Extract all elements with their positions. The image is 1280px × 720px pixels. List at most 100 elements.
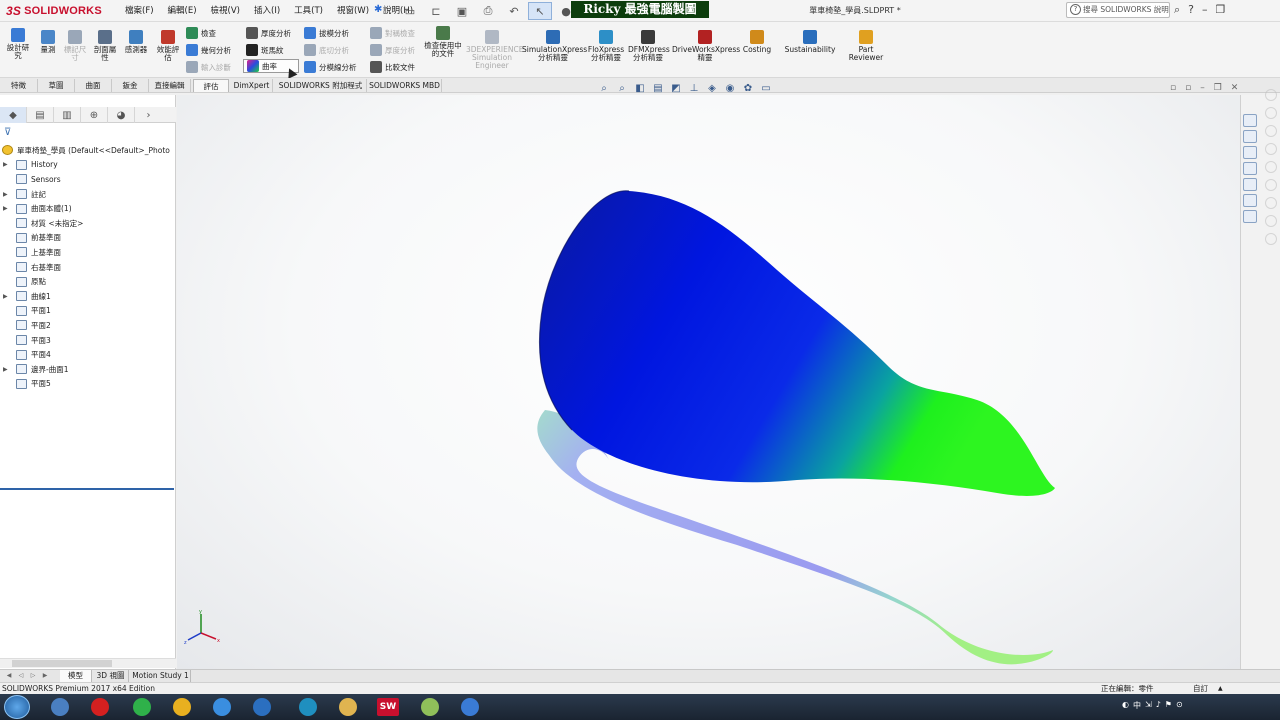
question-icon[interactable]: ? [1188,3,1194,17]
undo-icon[interactable]: ↶ [502,2,526,20]
taskbar-app-icon[interactable] [244,696,280,718]
sketch-tool8-icon[interactable] [1265,215,1277,227]
custom-properties-icon[interactable] [1243,194,1257,207]
tree-node[interactable]: ▶ 曲線1 [0,289,176,304]
first-tab-icon[interactable]: ◀ [4,671,14,681]
display-style-icon[interactable]: ⊥ [687,82,701,96]
undercut-analysis-button[interactable]: 底切分析 [304,43,349,57]
zebra-stripes-button[interactable]: 斑馬紋 [246,43,284,57]
prev-tab-icon[interactable]: ◁ [16,671,26,681]
doc-minimize-icon[interactable]: – [1200,83,1205,93]
taskbar-app-icon[interactable] [452,696,488,718]
tile-icon[interactable]: ▫ [1170,83,1176,93]
addin-driveworksxpress-button[interactable]: DriveWorksXpress 精靈 [672,30,740,62]
menu-file[interactable]: 檔案(F) [118,4,161,18]
file-explorer-icon[interactable] [1243,146,1257,159]
propertymanager-tab-icon[interactable]: ▤ [27,107,54,123]
menu-insert[interactable]: 插入(I) [247,4,287,18]
taskbar-app-icon[interactable] [164,696,200,718]
tab-sheet-metal[interactable]: 鈑金 [112,79,149,92]
view-settings-icon[interactable]: ▭ [759,82,773,96]
zoom-to-fit-icon[interactable]: ⌕ [597,82,611,96]
tray-network-icon[interactable]: ◐ [1122,700,1129,711]
print-icon[interactable]: ⎙ [476,2,500,20]
expand-arrow-icon[interactable]: ▶ [3,366,11,373]
new-document-icon[interactable]: ▭ [398,2,422,20]
tree-node[interactable]: 平面2 [0,318,176,333]
tree-node[interactable]: 平面3 [0,333,176,348]
addin-dfmxpress-button[interactable]: DFMXpress 分析精靈 [628,30,670,62]
tree-node[interactable]: 前基準面 [0,231,176,246]
doc-close-icon[interactable]: ✕ [1231,83,1239,93]
tree-root-part[interactable]: 單車椅墊_學員 (Default<<Default>_Photo [0,143,176,158]
addin-3dexperience-button[interactable]: 3DEXPERIENCE Simulation Engineer [466,30,523,70]
sketch-tool2-icon[interactable] [1265,107,1277,119]
tree-node[interactable]: 上基準面 [0,245,176,260]
design-study-button[interactable]: 設計研究 [4,28,32,60]
compare-documents-button[interactable]: 比較文件 [370,60,415,74]
tab-surfaces[interactable]: 曲面 [75,79,112,92]
apply-scene-icon[interactable]: ✿ [741,82,755,96]
tab-direct-editing[interactable]: 直接編輯 [149,79,191,92]
sketch-tool3-icon[interactable] [1265,125,1277,137]
appearances-icon[interactable] [1243,178,1257,191]
scroll-thumb[interactable] [12,660,112,667]
tab-sketch[interactable]: 草圖 [38,79,75,92]
section-view-icon[interactable]: ▤ [651,82,665,96]
tree-node[interactable]: ▶ History [0,158,176,173]
expand-panel-icon[interactable]: › [135,107,162,123]
parting-line-analysis-button[interactable]: 分模線分析 [304,60,357,74]
geometry-analysis-button[interactable]: 幾何分析 [186,43,231,57]
import-diagnostics-button[interactable]: 輸入診斷 [186,60,231,74]
markup-dimension-button[interactable]: 標記尺寸 [62,30,88,62]
sketch-tool4-icon[interactable] [1265,143,1277,155]
rollback-bar[interactable] [0,488,174,490]
draft-analysis-button[interactable]: 拔模分析 [304,26,349,40]
units-dropdown-icon[interactable]: ▲ [1218,683,1223,694]
taskbar-app-icon[interactable] [124,696,160,718]
tab-solidworks-mbd[interactable]: SOLIDWORKS MBD [368,79,442,92]
taskbar-app-icon[interactable] [204,696,240,718]
view-palette-icon[interactable] [1243,162,1257,175]
tray-flag-icon[interactable]: ⚑ [1165,700,1172,711]
tree-node[interactable]: ▶ 註記 [0,187,176,202]
featuremanager-tab-icon[interactable]: ◆ [0,107,27,123]
sketch-tool5-icon[interactable] [1265,161,1277,173]
expand-arrow-icon[interactable]: ▶ [3,161,11,168]
design-library-icon[interactable] [1243,130,1257,143]
addin-simulationxpress-button[interactable]: SimulationXpress 分析精靈 [522,30,587,62]
edit-appearance-icon[interactable]: ◉ [723,82,737,96]
thickness-analysis-button[interactable]: 厚度分析 [246,26,291,40]
tray-arrow-icon[interactable]: ⇲ [1145,700,1152,711]
symmetry-check-button[interactable]: 對稱檢查 [370,26,415,40]
tree-node[interactable]: 原點 [0,274,176,289]
tree-node[interactable]: 右基準面 [0,260,176,275]
check-active-document-button[interactable]: 檢查使用中的文件 [424,26,462,58]
addin-sustainability-button[interactable]: Sustainability [784,30,836,54]
select-icon[interactable]: ↖ [528,2,552,20]
addin-costing-button[interactable]: Costing [740,30,774,54]
tab-motion-study[interactable]: Motion Study 1 [131,670,191,682]
tree-node[interactable]: ▶ 曲面本體(1) [0,201,176,216]
tree-horizontal-scrollbar[interactable] [0,658,176,668]
taskbar-app-icon[interactable] [82,696,118,718]
tab-model[interactable]: 模型 [60,670,92,682]
taskbar-app-icon[interactable] [412,696,448,718]
tree-node[interactable]: ▶ 邊界-曲面1 [0,362,176,377]
tab-evaluate[interactable]: 評估 [193,79,229,92]
check-button[interactable]: 檢查 [186,26,216,40]
save-icon[interactable]: ▣ [450,2,474,20]
start-button-icon[interactable] [4,695,30,719]
configurationmanager-tab-icon[interactable]: ▥ [54,107,81,123]
help-search-input[interactable]: ? 搜尋 SOLIDWORKS 說明 [1066,2,1170,18]
tab-dimxpert[interactable]: DimXpert [231,79,273,92]
sketch-tool6-icon[interactable] [1265,179,1277,191]
tile2-icon[interactable]: ▫ [1185,83,1191,93]
dimxpertmanager-tab-icon[interactable]: ⊕ [81,107,108,123]
displaymanager-tab-icon[interactable]: ◕ [108,107,135,123]
tab-solidworks-addins[interactable]: SOLIDWORKS 附加程式 [275,79,367,92]
open-icon[interactable]: ⊏ [424,2,448,20]
tray-volume-icon[interactable]: ♪ [1156,700,1161,711]
menu-window[interactable]: 視窗(W) [330,4,376,18]
view-orientation-icon[interactable]: ◩ [669,82,683,96]
